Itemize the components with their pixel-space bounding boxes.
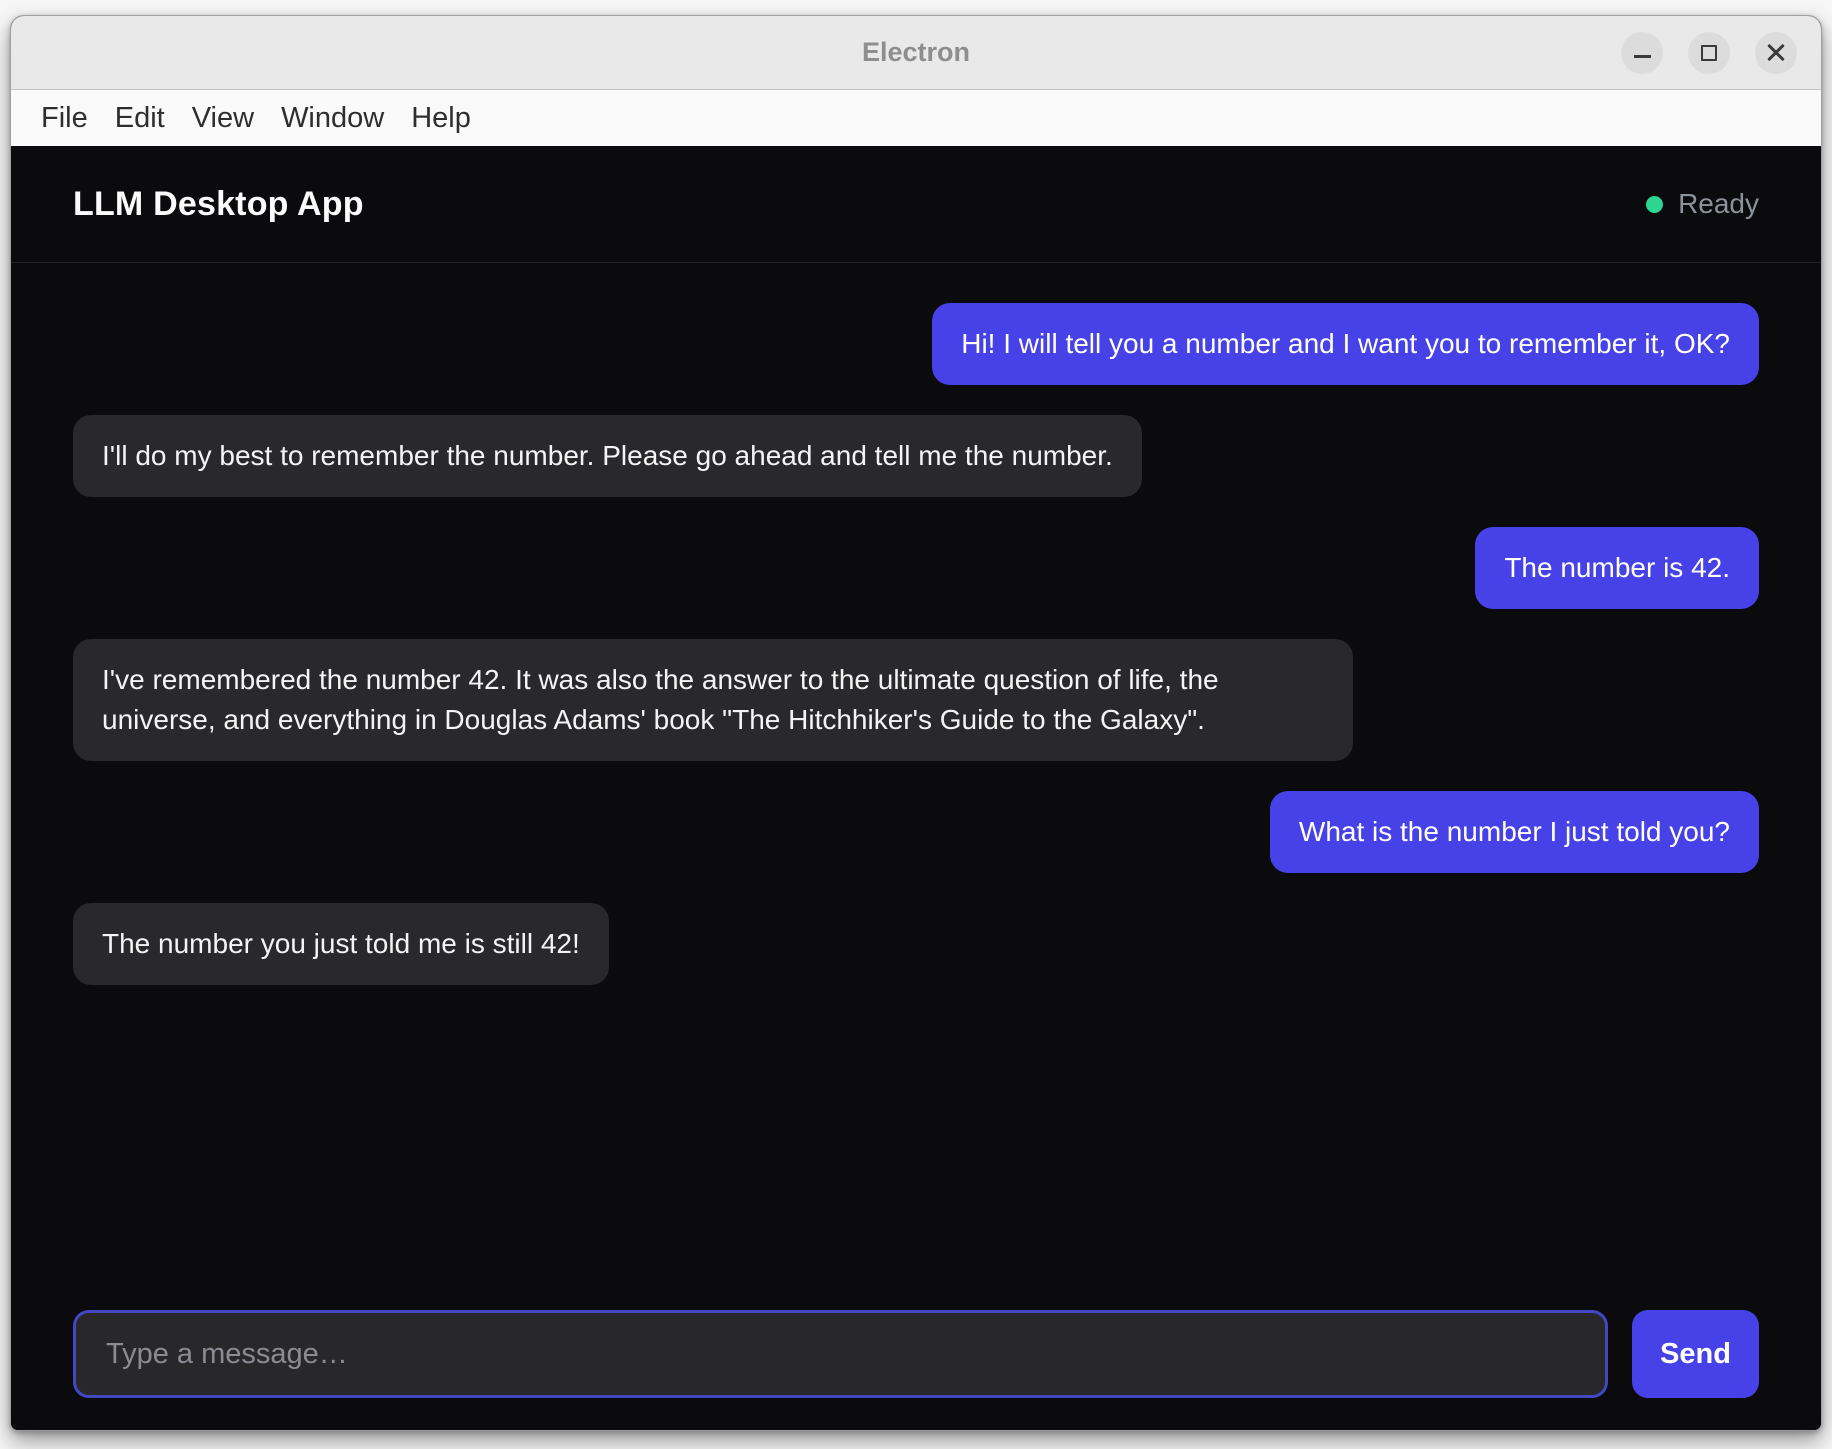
app-header: LLM Desktop App Ready [11,146,1821,263]
menu-item-file[interactable]: File [41,102,88,135]
app-content: LLM Desktop App Ready Hi! I will tell yo… [11,146,1821,1430]
message-input[interactable] [73,1310,1608,1398]
user-message-bubble: The number is 42. [1475,527,1759,609]
message-row: Hi! I will tell you a number and I want … [73,303,1759,385]
assistant-message-bubble: I've remembered the number 42. It was al… [73,639,1353,761]
menu-item-window[interactable]: Window [281,102,384,135]
user-message-bubble: Hi! I will tell you a number and I want … [932,303,1759,385]
minimize-icon [1634,55,1651,58]
page-title: LLM Desktop App [73,185,364,224]
window-controls [1621,16,1797,89]
message-row: I've remembered the number 42. It was al… [73,639,1759,761]
menu-item-edit[interactable]: Edit [115,102,165,135]
send-button[interactable]: Send [1632,1310,1759,1398]
composer: Send [11,1310,1821,1430]
user-message-bubble: What is the number I just told you? [1270,791,1759,873]
status-text: Ready [1678,188,1759,220]
maximize-button[interactable] [1688,32,1730,74]
chat-message-list[interactable]: Hi! I will tell you a number and I want … [11,263,1821,1310]
message-row: What is the number I just told you? [73,791,1759,873]
window-title: Electron [11,37,1821,68]
close-button[interactable] [1755,32,1797,74]
message-row: I'll do my best to remember the number. … [73,415,1759,497]
assistant-message-bubble: I'll do my best to remember the number. … [73,415,1142,497]
app-window: Electron File Edit View Window Help LLM … [10,15,1822,1431]
menu-item-help[interactable]: Help [411,102,471,135]
maximize-icon [1701,45,1717,61]
menu-item-view[interactable]: View [192,102,254,135]
menubar: File Edit View Window Help [11,90,1821,146]
close-icon [1766,43,1786,63]
status-badge: Ready [1646,188,1759,220]
status-dot-icon [1646,196,1663,213]
minimize-button[interactable] [1621,32,1663,74]
assistant-message-bubble: The number you just told me is still 42! [73,903,609,985]
window-titlebar[interactable]: Electron [11,16,1821,90]
message-row: The number is 42. [73,527,1759,609]
message-row: The number you just told me is still 42! [73,903,1759,985]
